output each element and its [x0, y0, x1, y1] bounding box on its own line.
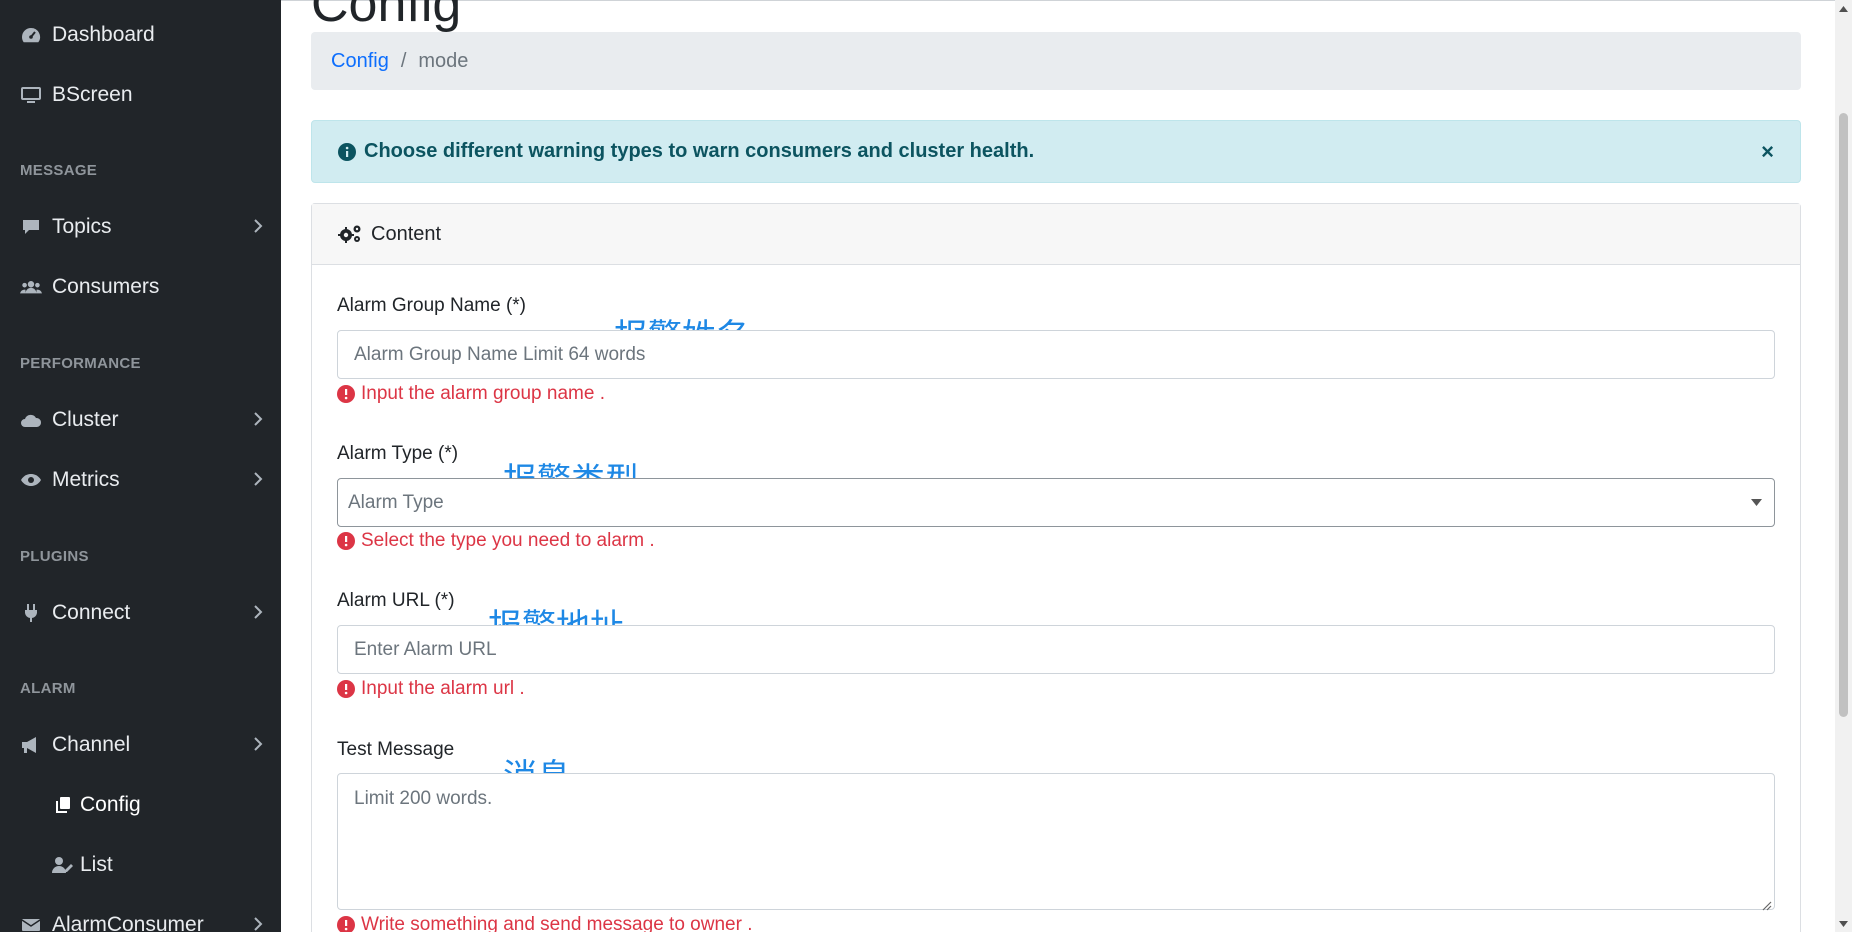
chevron-right-icon: [253, 913, 263, 932]
error-circle-icon: [337, 385, 355, 403]
alarm-type-placeholder: Alarm Type: [348, 491, 444, 513]
sidebar-item-label: Topics: [52, 215, 112, 238]
sidebar-item-list[interactable]: List: [0, 840, 281, 890]
dashboard-icon: [20, 24, 42, 46]
sidebar-item-label: Channel: [52, 733, 131, 756]
sidebar-item-metrics[interactable]: Metrics: [0, 455, 281, 505]
sidebar-item-alarmconsumer[interactable]: AlarmConsumer: [0, 900, 281, 932]
chevron-right-icon: [253, 408, 263, 432]
alarm-type-error: Select the type you need to alarm .: [337, 530, 655, 552]
chevron-right-icon: [253, 601, 263, 625]
test-message-error: Write something and send message to owne…: [337, 914, 752, 932]
sidebar-item-cluster[interactable]: Cluster: [0, 395, 281, 445]
breadcrumb: Config / mode: [311, 32, 1801, 90]
gears-icon: [337, 224, 363, 244]
scroll-up-arrow-icon[interactable]: [1835, 0, 1852, 17]
sidebar-item-topics[interactable]: Topics: [0, 202, 281, 252]
sidebar-heading-message: MESSAGE: [20, 162, 98, 179]
alarm-url-placeholder: Enter Alarm URL: [354, 638, 497, 660]
alarm-group-name-error: Input the alarm group name .: [337, 383, 605, 405]
alarm-type-select[interactable]: Alarm Type: [337, 478, 1775, 527]
breadcrumb-separator: /: [400, 49, 407, 72]
chevron-right-icon: [253, 215, 263, 239]
plug-icon: [20, 602, 42, 624]
sidebar-item-bscreen[interactable]: BScreen: [0, 70, 281, 120]
error-circle-icon: [337, 680, 355, 698]
sidebar-item-channel[interactable]: Channel: [0, 720, 281, 770]
sidebar-item-connect[interactable]: Connect: [0, 588, 281, 638]
envelope-icon: [20, 914, 42, 932]
bullhorn-icon: [20, 734, 42, 756]
sidebar-heading-alarm: ALARM: [20, 680, 76, 697]
resize-handle-icon[interactable]: [1760, 895, 1772, 911]
sidebar-heading-plugins: PLUGINS: [20, 548, 89, 565]
sidebar-item-label: List: [80, 853, 113, 876]
users-icon: [20, 276, 42, 298]
breadcrumb-current: mode: [418, 49, 469, 72]
error-text: Input the alarm url .: [361, 678, 525, 699]
alarm-group-name-placeholder: Alarm Group Name Limit 64 words: [354, 343, 646, 365]
alarm-url-label: Alarm URL (*): [337, 590, 455, 611]
cloud-icon: [20, 409, 42, 431]
sidebar-heading-performance: PERFORMANCE: [20, 355, 141, 372]
test-message-textarea[interactable]: Limit 200 words.: [337, 773, 1775, 911]
alarm-url-input[interactable]: Enter Alarm URL: [337, 625, 1775, 674]
error-circle-icon: [337, 532, 355, 550]
sidebar: Dashboard BScreen MESSAGE Topics Consume…: [0, 0, 281, 932]
page-title: Config: [311, 0, 462, 33]
chevron-right-icon: [253, 733, 263, 757]
alert-message: Choose different warning types to warn c…: [364, 140, 1035, 162]
sidebar-item-label: Metrics: [52, 468, 120, 491]
caret-down-icon: [1751, 497, 1762, 509]
scrollbar-thumb[interactable]: [1839, 113, 1848, 717]
sidebar-item-consumers[interactable]: Consumers: [0, 262, 281, 312]
test-message-label: Test Message: [337, 739, 455, 760]
alarm-type-label: Alarm Type (*): [337, 443, 459, 464]
close-icon[interactable]: ×: [1761, 139, 1774, 165]
sidebar-item-label: Dashboard: [52, 23, 155, 46]
top-border: [281, 0, 1852, 1]
sidebar-item-label: AlarmConsumer: [52, 913, 204, 932]
error-text: Input the alarm group name .: [361, 383, 605, 404]
sidebar-item-label: Cluster: [52, 408, 119, 431]
info-alert: Choose different warning types to warn c…: [311, 120, 1801, 183]
user-edit-icon: [52, 854, 74, 876]
error-circle-icon: [337, 916, 355, 932]
scroll-down-arrow-icon[interactable]: [1835, 915, 1852, 932]
error-text: Select the type you need to alarm .: [361, 530, 655, 551]
sidebar-item-label: Config: [80, 793, 141, 816]
chevron-right-icon: [253, 468, 263, 492]
alarm-url-error: Input the alarm url .: [337, 678, 525, 700]
monitor-icon: [20, 84, 42, 106]
breadcrumb-link-config[interactable]: Config: [331, 50, 389, 73]
card-header: Content: [312, 204, 1800, 265]
sidebar-item-label: Consumers: [52, 275, 160, 298]
error-text: Write something and send message to owne…: [361, 914, 753, 932]
sidebar-item-config[interactable]: Config: [0, 780, 281, 830]
sidebar-item-label: BScreen: [52, 83, 133, 106]
copy-icon: [52, 794, 74, 816]
sidebar-item-dashboard[interactable]: Dashboard: [0, 10, 281, 60]
info-circle-icon: [338, 142, 356, 161]
card-header-title: Content: [371, 222, 442, 245]
test-message-placeholder: Limit 200 words.: [354, 788, 493, 809]
comment-icon: [20, 216, 42, 238]
alarm-group-name-label: Alarm Group Name (*): [337, 295, 526, 316]
alarm-group-name-input[interactable]: Alarm Group Name Limit 64 words: [337, 330, 1775, 379]
eye-icon: [20, 469, 42, 491]
sidebar-item-label: Connect: [52, 601, 131, 624]
